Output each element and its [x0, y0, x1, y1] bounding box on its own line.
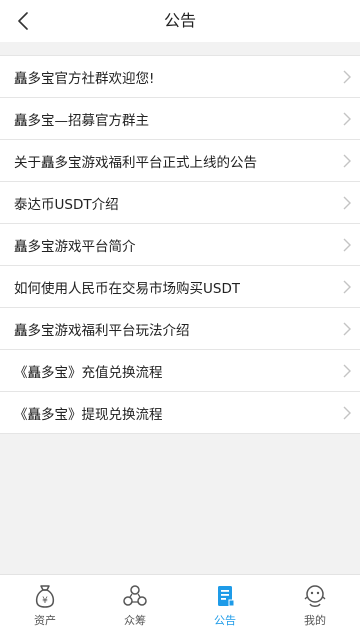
announcement-item[interactable]: 泰达币USDT介绍	[0, 182, 360, 224]
announcement-item[interactable]: 如何使用人民币在交易市场购买USDT	[0, 266, 360, 308]
announcement-item[interactable]: 矗多宝官方社群欢迎您!	[0, 55, 360, 98]
tab-label: 资产	[34, 614, 56, 627]
svg-text:¥: ¥	[42, 596, 48, 606]
chevron-right-icon	[343, 364, 351, 377]
tab-profile[interactable]: 我的	[270, 575, 360, 638]
chevron-right-icon	[343, 406, 351, 419]
announcement-title: 关于矗多宝游戏福利平台正式上线的公告	[14, 154, 257, 171]
tab-label: 公告	[214, 614, 236, 627]
announcement-title: 矗多宝游戏福利平台玩法介绍	[14, 322, 190, 339]
announcement-title: 矗多宝游戏平台简介	[14, 238, 136, 255]
chevron-right-icon	[343, 280, 351, 293]
announcement-item[interactable]: 矗多宝游戏平台简介	[0, 224, 360, 266]
page-title: 公告	[163, 11, 196, 30]
chevron-right-icon	[343, 238, 351, 251]
announcement-title: 如何使用人民币在交易市场购买USDT	[14, 280, 241, 297]
chevron-right-icon	[343, 70, 351, 83]
announcement-item[interactable]: 《矗多宝》充值兑换流程	[0, 350, 360, 392]
announcement-title: 泰达币USDT介绍	[14, 196, 119, 213]
money-bag-icon: ¥	[35, 585, 55, 608]
chevron-right-icon	[343, 154, 351, 167]
announcement-title: 《矗多宝》提现兑换流程	[14, 406, 163, 423]
top-nav-bar: 公告	[0, 0, 360, 42]
tab-assets[interactable]: ¥ 资产	[0, 575, 90, 638]
tab-label: 众筹	[124, 614, 146, 627]
profile-icon	[304, 585, 326, 607]
announcement-item[interactable]: 矗多宝—招募官方群主	[0, 98, 360, 140]
announcement-title: 《矗多宝》充值兑换流程	[14, 364, 163, 381]
app-root: 公告 矗多宝官方社群欢迎您! 矗多宝—招募官方群主 关于矗多宝游戏福利平台正式上…	[0, 0, 360, 638]
chevron-right-icon	[343, 112, 351, 125]
document-icon	[218, 586, 235, 607]
tab-label: 我的	[304, 614, 326, 627]
tab-announcements[interactable]: 公告	[180, 575, 270, 638]
announcement-item[interactable]: 关于矗多宝游戏福利平台正式上线的公告	[0, 140, 360, 182]
announcement-item[interactable]: 《矗多宝》提现兑换流程	[0, 392, 360, 434]
chevron-right-icon	[343, 196, 351, 209]
bottom-tab-bar: ¥ 资产 众筹 公告 我的	[0, 574, 360, 638]
announcement-title: 矗多宝官方社群欢迎您!	[14, 70, 155, 87]
tab-crowdfunding[interactable]: 众筹	[90, 575, 180, 638]
announcement-list: 矗多宝官方社群欢迎您! 矗多宝—招募官方群主 关于矗多宝游戏福利平台正式上线的公…	[0, 55, 360, 434]
announcement-title: 矗多宝—招募官方群主	[14, 112, 149, 129]
announcement-item[interactable]: 矗多宝游戏福利平台玩法介绍	[0, 308, 360, 350]
crowdfund-icon	[123, 585, 147, 606]
chevron-right-icon	[343, 322, 351, 335]
